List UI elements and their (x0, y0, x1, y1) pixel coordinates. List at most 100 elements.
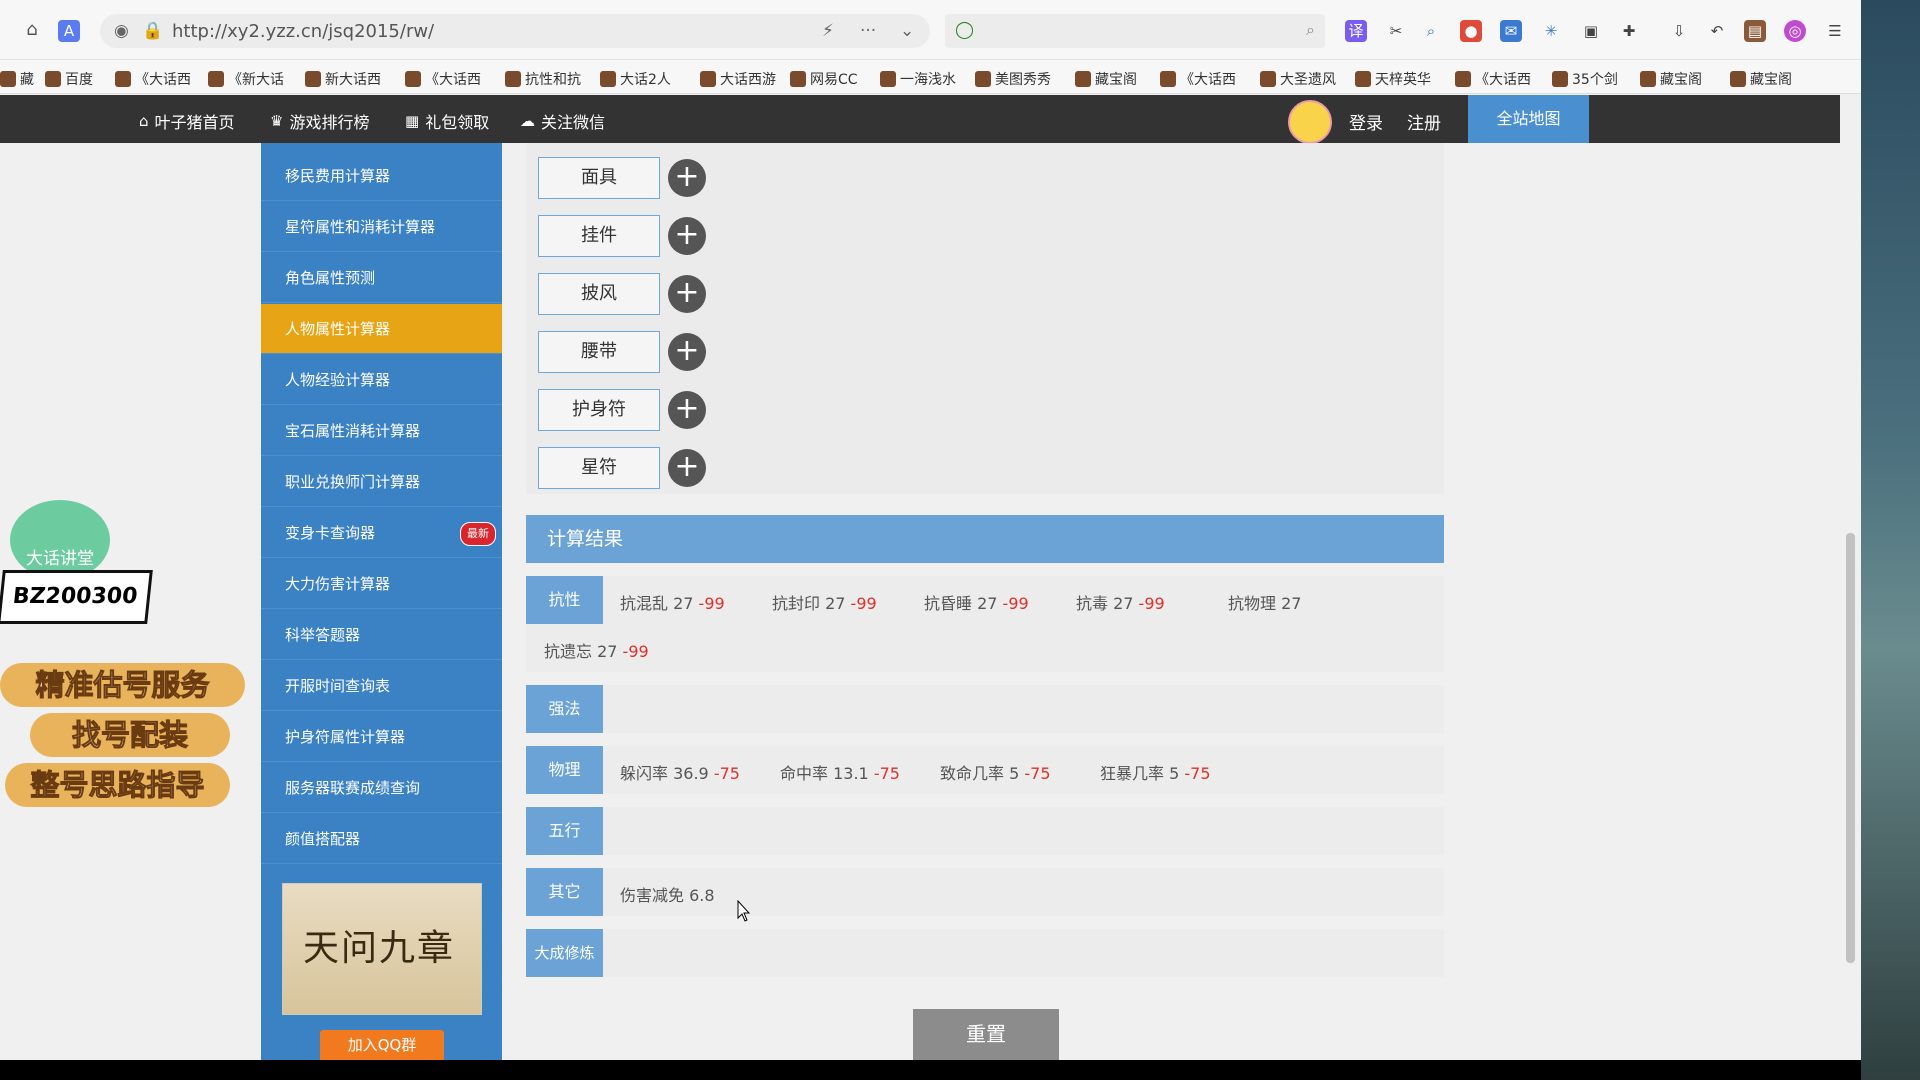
bookmark-item[interactable]: 藏宝阁 (1640, 69, 1702, 89)
search-engine-icon: ◯ (955, 20, 975, 40)
add-icon[interactable]: + (668, 217, 706, 255)
record-icon[interactable]: ● (1460, 20, 1482, 42)
bookmark-item[interactable]: 抗性和抗 (505, 69, 581, 89)
equipment-slot-button[interactable]: 腰带 (538, 331, 660, 373)
search-icon[interactable]: ⌕ (1306, 20, 1315, 40)
extension-icon[interactable]: ✚ (1618, 20, 1640, 42)
sidebar-item[interactable]: 科举答题器 (261, 610, 502, 660)
bookmark-item[interactable]: 网易CC (790, 69, 858, 89)
value-delta: -99 (1002, 594, 1029, 613)
sidebar-item-label: 变身卡查询器 (285, 524, 376, 542)
value-label: 狂暴几率 5 (1100, 764, 1180, 783)
equipment-slot-button[interactable]: 披风 (538, 273, 660, 315)
sitemap-button[interactable]: 全站地图 (1468, 95, 1589, 143)
bookmark-item[interactable]: 《大话西 (1455, 69, 1531, 89)
nav-wechat[interactable]: ☁ 关注微信 (520, 109, 605, 133)
nav-ranking[interactable]: ♛ 游戏排行榜 (270, 109, 369, 133)
add-icon[interactable]: + (668, 159, 706, 197)
sidebar-item-label: 科举答题器 (285, 626, 361, 644)
register-link[interactable]: 注册 (1407, 109, 1441, 134)
bookmark-item[interactable]: 百度 (45, 69, 93, 89)
sidebar-item[interactable]: 颜值搭配器 (261, 814, 502, 864)
bookmark-item[interactable]: 一海浅水 (880, 69, 956, 89)
bookmark-item[interactable]: 《大话西 (405, 69, 481, 89)
scissors-icon[interactable]: ✂ (1385, 20, 1407, 42)
bookmark-label: 新大话西 (325, 72, 381, 88)
lightning-icon[interactable]: ⚡ (822, 21, 834, 41)
sidebar-item[interactable]: 职业兑换师门计算器 (261, 457, 502, 507)
bookmark-item[interactable]: 藏 (0, 69, 34, 89)
join-qq-button[interactable]: 加入QQ群 (320, 1030, 444, 1060)
add-icon[interactable]: + (668, 275, 706, 313)
bookmark-item[interactable]: 藏宝阁 (1730, 69, 1792, 89)
equipment-slot-button[interactable]: 星符 (538, 447, 660, 489)
result-value: 抗封印 27 -99 (772, 590, 877, 614)
bookmark-label: 《大话西 (135, 72, 191, 88)
translate-icon[interactable]: 译 (1345, 20, 1367, 42)
bookmark-item[interactable]: 天梓英华 (1355, 69, 1431, 89)
undo-icon[interactable]: ↶ (1706, 20, 1728, 42)
bookmark-item[interactable]: 《大话西 (115, 69, 191, 89)
value-label: 致命几率 5 (940, 764, 1020, 783)
nav-gift[interactable]: ▦ 礼包领取 (405, 109, 489, 133)
sidebar-item[interactable]: 星符属性和消耗计算器 (261, 202, 502, 252)
bookmark-label: 百度 (65, 72, 93, 88)
sidebar-item[interactable]: 角色属性预测 (261, 253, 502, 303)
bookmark-item[interactable]: 新大话西 (305, 69, 381, 89)
window-icon[interactable]: ▣ (1580, 20, 1602, 42)
home-icon[interactable]: ⌂ (20, 18, 44, 42)
bookmark-label: 大话西游 (720, 72, 776, 88)
download-icon[interactable]: ⇩ (1668, 20, 1690, 42)
bookmark-item[interactable]: 《大话西 (1160, 69, 1236, 89)
bookmark-favicon-icon (208, 71, 224, 87)
sidebar-item[interactable]: 移民费用计算器 (261, 151, 502, 201)
mail-icon[interactable]: ✉ (1500, 20, 1522, 42)
equipment-slot-button[interactable]: 面具 (538, 157, 660, 199)
sidebar-item[interactable]: 服务器联赛成绩查询 (261, 763, 502, 813)
bookmark-item[interactable]: 大圣遗风 (1260, 69, 1336, 89)
result-row: 强法 (526, 685, 1444, 733)
add-icon[interactable]: + (668, 449, 706, 487)
sidebar-item[interactable]: 人物属性计算器 (261, 304, 502, 354)
address-toolbar: ⌂ A ◉ 🔒 http://xy2.yzz.cn/jsq2015/rw/ ⚡ … (0, 0, 1861, 60)
nav-home[interactable]: ⌂ 叶子猪首页 (139, 109, 235, 133)
sidebar-item[interactable]: 大力伤害计算器 (261, 559, 502, 609)
sidebar-item[interactable]: 变身卡查询器 最新 (261, 508, 502, 558)
scrollbar-thumb[interactable] (1846, 533, 1855, 963)
value-delta: -99 (698, 594, 725, 613)
search-input[interactable]: ◯ ⌕ (945, 14, 1325, 48)
add-icon[interactable]: + (668, 333, 706, 371)
more-icon[interactable]: ··· (860, 21, 876, 41)
bookmark-item[interactable]: 大话2人 (600, 69, 671, 89)
sidebar-item[interactable]: 护身符属性计算器 (261, 712, 502, 762)
game-banner[interactable]: 天问九章 (282, 883, 482, 1015)
bookmark-item[interactable]: 藏宝阁 (1075, 69, 1137, 89)
floating-ad[interactable]: 大话讲堂 BZ200300 精准估号服务 找号配装 整号思路指导 (0, 470, 250, 830)
sidebar-item-label: 星符属性和消耗计算器 (285, 218, 436, 236)
bookmark-favicon-icon (600, 71, 616, 87)
chevron-down-icon[interactable]: ⌄ (900, 21, 914, 41)
scrollbar[interactable] (1840, 95, 1861, 1060)
result-row: 大成修炼 (526, 929, 1444, 977)
add-icon[interactable]: + (668, 391, 706, 429)
bookmark-item[interactable]: 美图秀秀 (975, 69, 1051, 89)
zoom-icon[interactable]: ⌕ (1420, 20, 1442, 42)
bookmark-item[interactable]: 大话西游 (700, 69, 776, 89)
sidebar-item[interactable]: 人物经验计算器 (261, 355, 502, 405)
sidebar-item[interactable]: 开服时间查询表 (261, 661, 502, 711)
address-bar[interactable]: ◉ 🔒 http://xy2.yzz.cn/jsq2015/rw/ ⚡ ··· … (100, 14, 930, 48)
banner-title: 天问九章 (303, 928, 456, 969)
apps-icon[interactable]: ✳ (1540, 20, 1562, 42)
reset-button[interactable]: 重置 (913, 1009, 1059, 1060)
bookmark-item[interactable]: 《新大话 (208, 69, 284, 89)
bookmark-item[interactable]: 35个剑 (1552, 69, 1618, 89)
equipment-slot-button[interactable]: 挂件 (538, 215, 660, 257)
wallet-icon[interactable]: ▤ (1744, 20, 1766, 42)
result-category-tag: 大成修炼 (526, 929, 603, 977)
ai-icon[interactable]: A (58, 20, 80, 42)
avatar-icon[interactable]: ◎ (1784, 20, 1806, 42)
sidebar-item[interactable]: 宝石属性消耗计算器 (261, 406, 502, 456)
equipment-slot-button[interactable]: 护身符 (538, 389, 660, 431)
menu-icon[interactable]: ☰ (1824, 20, 1846, 42)
login-link[interactable]: 登录 (1349, 109, 1383, 134)
